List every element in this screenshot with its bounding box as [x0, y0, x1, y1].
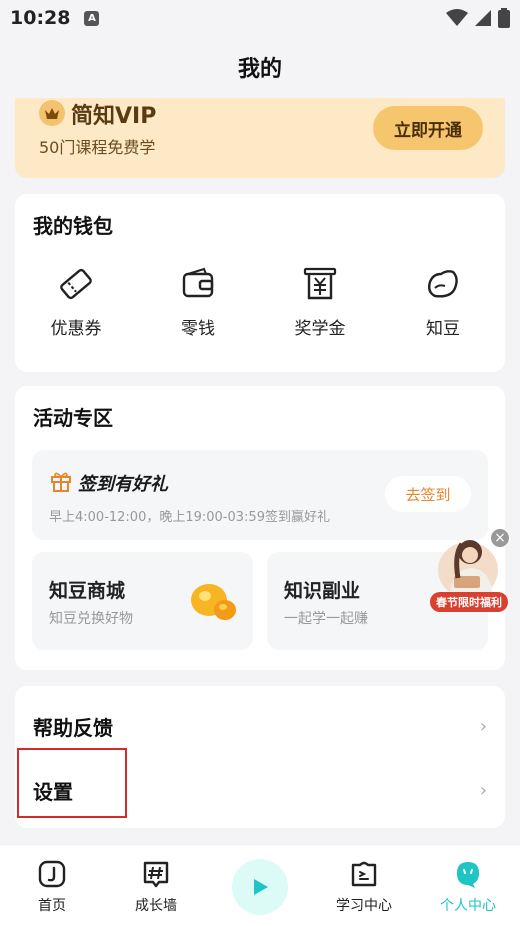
wallet-card: 我的钱包 优惠券 零钱 奖学金 知豆	[15, 194, 505, 372]
activity-title: 活动专区	[33, 406, 113, 430]
side-job-subtitle: 一起学一起赚	[284, 611, 368, 627]
hashtag-icon	[143, 861, 169, 888]
status-icons	[446, 8, 510, 28]
bean-mall-title: 知豆商城	[49, 580, 126, 602]
coupon-icon	[60, 268, 92, 300]
bean-mall-subtitle: 知豆兑换好物	[49, 611, 133, 627]
gift-icon	[51, 472, 71, 492]
checkin-title: 签到有好礼	[78, 474, 168, 495]
promo-label: 春节限时福利	[430, 592, 508, 612]
close-icon[interactable]: ×	[490, 528, 510, 548]
status-bar: 10:28 A	[0, 0, 520, 36]
promo-float[interactable]: × 春节限时福利	[430, 528, 510, 620]
wifi-icon	[446, 9, 468, 26]
nav-growth-wall[interactable]: 成长墙	[111, 859, 201, 915]
wallet-item-bean[interactable]: 知豆	[393, 266, 493, 339]
chevron-right-icon: ›	[479, 716, 487, 737]
nav-label: 个人中心	[440, 898, 496, 914]
nav-label: 首页	[38, 898, 66, 914]
play-button[interactable]	[232, 859, 288, 915]
learning-center-icon	[351, 861, 377, 887]
vip-title: 简知VIP	[71, 104, 157, 129]
vip-subtitle: 50门课程免费学	[39, 138, 156, 157]
profile-icon	[457, 862, 479, 888]
wallet-item-label: 零钱	[181, 319, 215, 339]
wallet-title: 我的钱包	[33, 214, 113, 238]
bean-mall-card[interactable]: 知豆商城 知豆兑换好物	[32, 552, 253, 650]
open-vip-button[interactable]: 立即开通	[373, 106, 483, 150]
nav-profile[interactable]: 个人中心	[423, 859, 513, 915]
page-title: 我的	[237, 57, 282, 82]
nav-learning-center[interactable]: 学习中心	[319, 859, 409, 915]
wallet-item-label: 奖学金	[294, 319, 346, 339]
wallet-icon	[182, 267, 214, 298]
status-time: 10:28	[10, 7, 71, 29]
menu-card: 帮助反馈 › 设置 ›	[15, 686, 505, 828]
battery-icon	[498, 8, 510, 28]
wallet-item-label: 知豆	[426, 319, 460, 339]
wallet-item-label: 优惠券	[50, 319, 102, 339]
chevron-right-icon: ›	[479, 780, 487, 801]
wallet-item-scholarship[interactable]: 奖学金	[270, 266, 370, 339]
selection-highlight	[17, 748, 127, 818]
signal-icon	[475, 10, 491, 26]
bottom-nav: 首页 成长墙 学习中心 个人中心	[0, 844, 520, 926]
notification-icon: A	[84, 10, 100, 26]
side-job-title: 知识副业	[284, 580, 361, 602]
nav-label: 成长墙	[135, 898, 177, 914]
home-icon	[38, 860, 66, 888]
vip-card[interactable]: 简知VIP 50门课程免费学 立即开通	[15, 98, 505, 178]
title-bar: 我的	[0, 36, 520, 98]
wallet-item-change[interactable]: 零钱	[148, 266, 248, 339]
crown-icon	[39, 100, 65, 126]
checkin-button[interactable]: 去签到	[385, 476, 471, 512]
nav-home[interactable]: 首页	[7, 859, 97, 915]
bean-icon	[427, 270, 458, 298]
checkin-description: 早上4:00-12:00，晚上19:00-03:59签到赢好礼	[49, 510, 330, 525]
nav-label: 学习中心	[336, 898, 392, 914]
menu-item-label: 帮助反馈	[33, 715, 113, 740]
checkin-banner[interactable]: 签到有好礼 早上4:00-12:00，晚上19:00-03:59签到赢好礼 去签…	[32, 450, 488, 540]
gold-beans-icon	[191, 584, 236, 620]
scholarship-icon	[303, 267, 337, 300]
play-icon	[254, 879, 268, 895]
wallet-item-coupon[interactable]: 优惠券	[26, 266, 126, 339]
